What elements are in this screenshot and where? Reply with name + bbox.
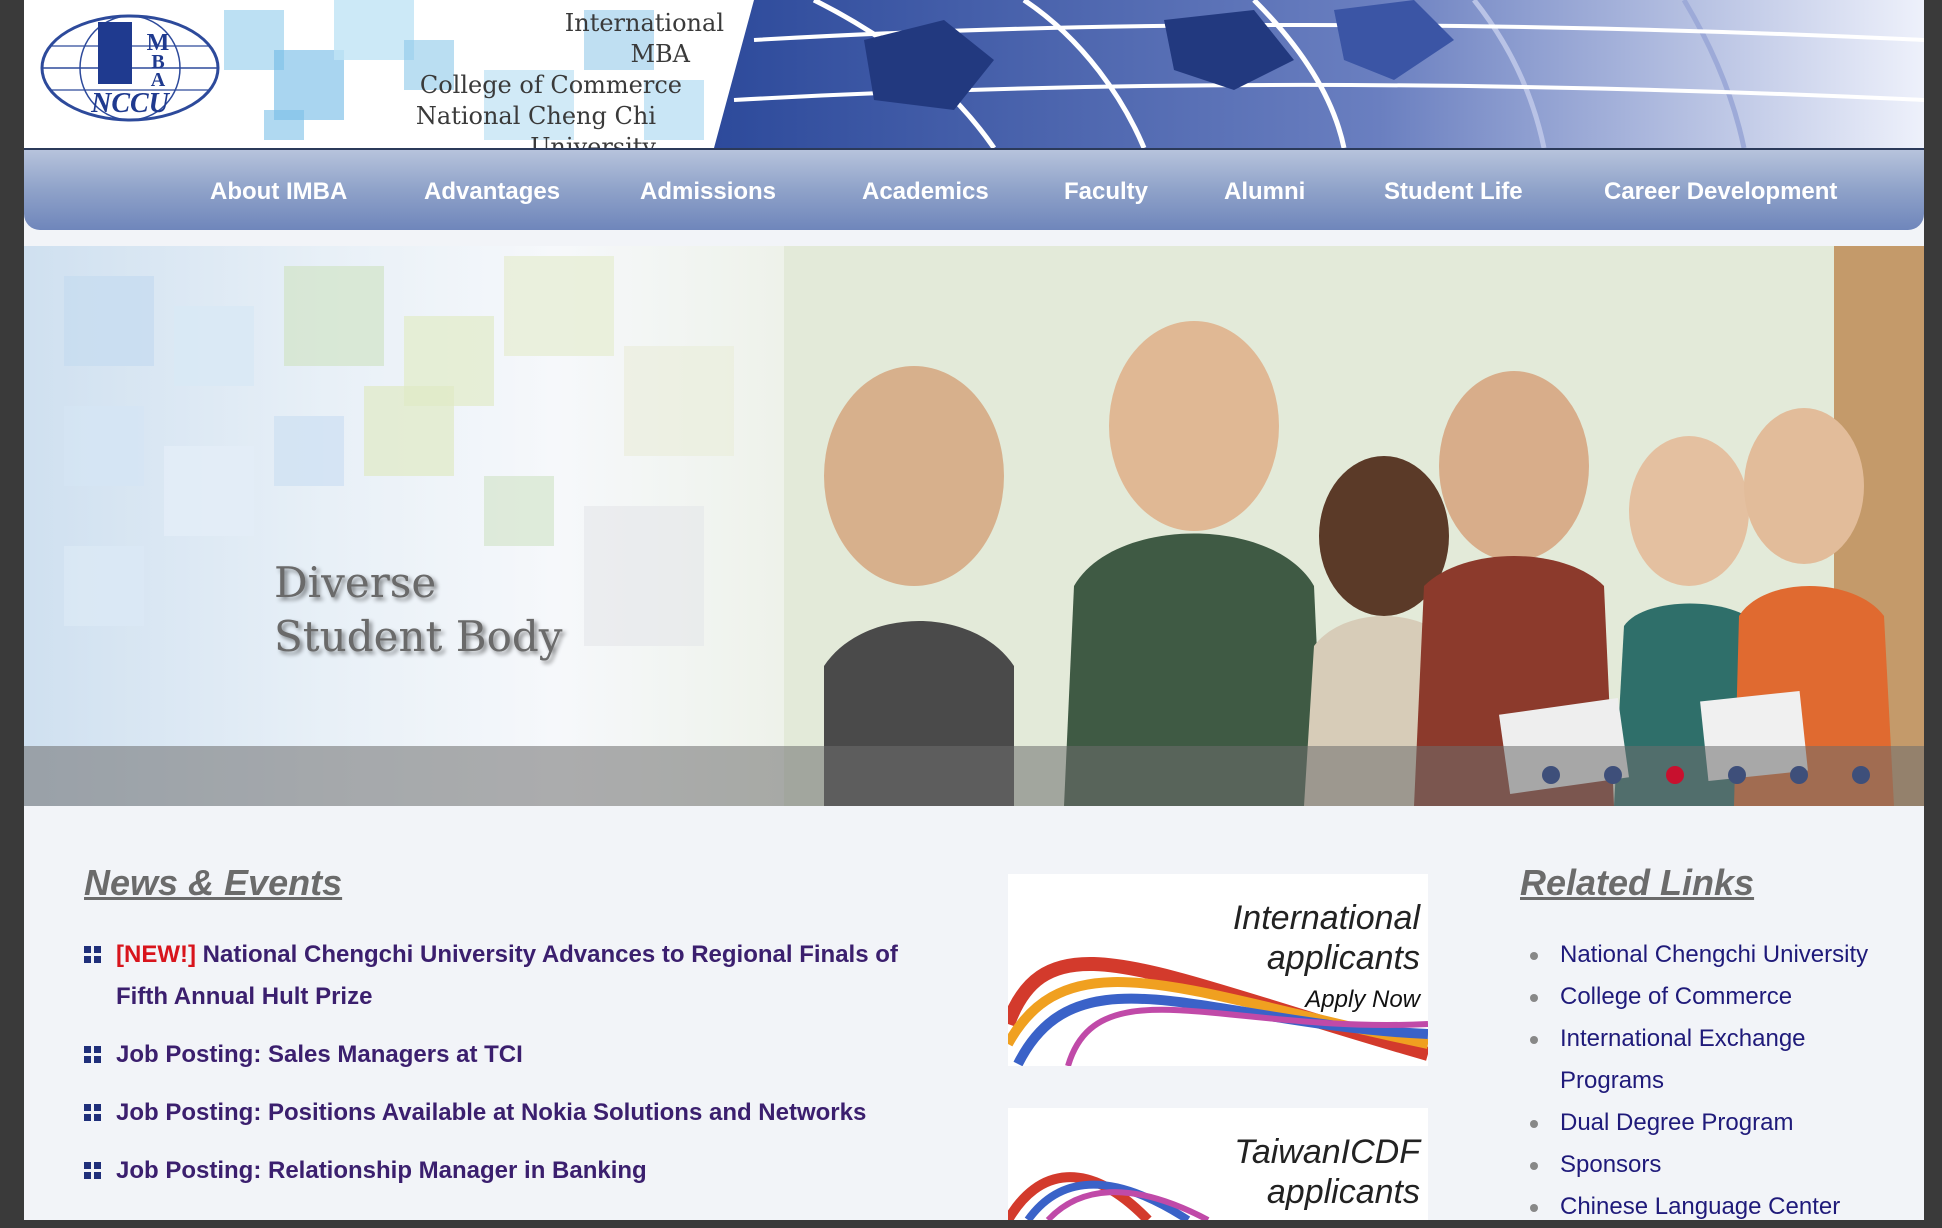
news-item[interactable]: [NEW!] National Chengchi University Adva…: [84, 934, 954, 1018]
new-tag: [NEW!]: [116, 941, 196, 968]
news-item[interactable]: Job Posting: Positions Available at Noki…: [84, 1092, 954, 1134]
header-line-4: National Cheng Chi University: [415, 102, 656, 150]
nav-alumni[interactable]: Alumni: [1224, 150, 1305, 230]
related-link-international-exchange[interactable]: International Exchange: [1520, 1018, 1920, 1060]
grid-bullet-icon: [84, 946, 101, 963]
nav-about-imba[interactable]: About IMBA: [210, 150, 347, 230]
news-item-text: Job Posting: Sales Managers at TCI: [116, 1041, 523, 1068]
nav-admissions[interactable]: Admissions: [640, 150, 776, 230]
slider-controls-bar: [24, 746, 1924, 806]
news-events-heading[interactable]: News & Events: [84, 862, 342, 904]
banner-title-line1: International: [1232, 899, 1420, 937]
hero-decorative-panel: Diverse Student Body: [24, 246, 784, 806]
banner-title: TaiwanICDF applicants: [1234, 1132, 1420, 1212]
banner-title: International applicants: [1233, 898, 1420, 978]
nav-advantages[interactable]: Advantages: [424, 150, 560, 230]
header-line-1: International: [564, 9, 724, 37]
related-link-dual-degree[interactable]: Dual Degree Program: [1520, 1102, 1920, 1144]
slide-dot-3-active[interactable]: [1666, 766, 1684, 784]
related-link-programs[interactable]: Programs: [1520, 1060, 1920, 1102]
grid-bullet-icon: [84, 1162, 101, 1179]
taiwanicdf-applicants-banner[interactable]: TaiwanICDF applicants: [1008, 1108, 1428, 1220]
slide-dot-2[interactable]: [1604, 766, 1622, 784]
nav-faculty[interactable]: Faculty: [1064, 150, 1148, 230]
slide-dot-4[interactable]: [1728, 766, 1746, 784]
hero-caption: Diverse Student Body: [274, 556, 562, 664]
news-item-text-line2: Fifth Annual Hult Prize: [116, 983, 373, 1010]
banner-title-line2: applicants: [1266, 1173, 1420, 1211]
globe-graphic: [714, 0, 1924, 148]
slide-dot-1[interactable]: [1542, 766, 1560, 784]
hero-caption-line-1: Diverse: [274, 558, 437, 607]
hero-photo-students: [784, 246, 1924, 806]
svg-text:NCCU: NCCU: [90, 88, 171, 119]
nav-student-life[interactable]: Student Life: [1384, 150, 1523, 230]
site-header: M B A NCCU International MBA College of …: [24, 0, 1924, 150]
students-photo: [784, 246, 1924, 806]
header-line-2: MBA: [630, 40, 690, 68]
header-line-3: College of Commerce: [419, 71, 682, 99]
hero-caption-line-2: Student Body: [274, 612, 563, 661]
related-link-college-of-commerce[interactable]: College of Commerce: [1520, 976, 1920, 1018]
nav-academics[interactable]: Academics: [862, 150, 989, 230]
related-link-chinese-language-center[interactable]: Chinese Language Center: [1520, 1186, 1920, 1228]
grid-bullet-icon: [84, 1104, 101, 1121]
apply-now-label: Apply Now: [1305, 986, 1420, 1013]
banner-title-line2: applicants: [1266, 939, 1420, 977]
header-title: International MBA College of Commerce Na…: [334, 8, 734, 150]
slide-dot-5[interactable]: [1790, 766, 1808, 784]
hero-slider[interactable]: Diverse Student Body: [24, 246, 1924, 806]
news-item-text: Job Posting: Relationship Manager in Ban…: [116, 1157, 647, 1184]
news-item-text: Job Posting: Positions Available at Noki…: [116, 1099, 867, 1126]
related-links-list: National Chengchi University College of …: [1520, 934, 1920, 1228]
international-applicants-banner[interactable]: International applicants Apply Now: [1008, 874, 1428, 1066]
news-item[interactable]: Job Posting: Sales Managers at TCI: [84, 1034, 954, 1076]
grid-bullet-icon: [84, 1046, 101, 1063]
related-link-nccu[interactable]: National Chengchi University: [1520, 934, 1920, 976]
related-links-heading: Related Links: [1520, 862, 1755, 903]
news-item-text-line1: National Chengchi University Advances to…: [202, 941, 898, 968]
main-nav: About IMBA Advantages Admissions Academi…: [24, 150, 1924, 230]
slide-dot-6[interactable]: [1852, 766, 1870, 784]
banner-title-line1: TaiwanICDF: [1234, 1133, 1420, 1171]
page: M B A NCCU International MBA College of …: [24, 0, 1924, 1220]
news-item[interactable]: Job Posting: Relationship Manager in Ban…: [84, 1150, 954, 1192]
related-link-sponsors[interactable]: Sponsors: [1520, 1144, 1920, 1186]
nav-career-development[interactable]: Career Development: [1604, 150, 1837, 230]
imba-logo[interactable]: M B A NCCU: [40, 10, 220, 122]
hero-squares: [64, 256, 734, 646]
